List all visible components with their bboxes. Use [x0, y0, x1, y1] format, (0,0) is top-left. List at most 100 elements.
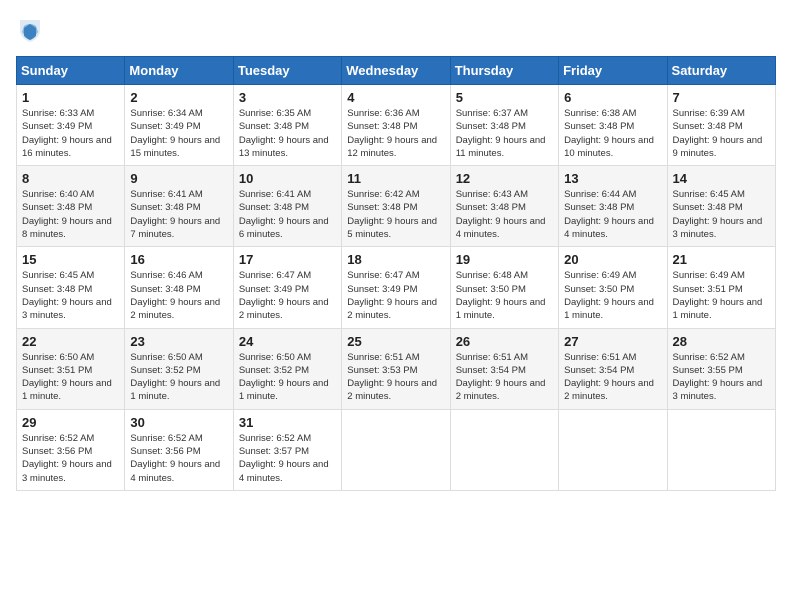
day-info: Sunrise: 6:39 AMSunset: 3:48 PMDaylight:… [673, 107, 770, 160]
day-info: Sunrise: 6:45 AMSunset: 3:48 PMDaylight:… [22, 269, 119, 322]
day-number: 5 [456, 90, 553, 105]
day-number: 13 [564, 171, 661, 186]
table-row: 22 Sunrise: 6:50 AMSunset: 3:51 PMDayligh… [17, 328, 125, 409]
table-row: 27 Sunrise: 6:51 AMSunset: 3:54 PMDayligh… [559, 328, 667, 409]
day-info: Sunrise: 6:41 AMSunset: 3:48 PMDaylight:… [130, 188, 227, 241]
table-row: 16 Sunrise: 6:46 AMSunset: 3:48 PMDayligh… [125, 247, 233, 328]
col-wednesday: Wednesday [342, 57, 450, 85]
day-number: 23 [130, 334, 227, 349]
logo-icon [16, 16, 44, 44]
day-info: Sunrise: 6:49 AMSunset: 3:50 PMDaylight:… [564, 269, 661, 322]
day-number: 15 [22, 252, 119, 267]
day-info: Sunrise: 6:50 AMSunset: 3:52 PMDaylight:… [130, 351, 227, 404]
table-row [342, 409, 450, 490]
day-info: Sunrise: 6:42 AMSunset: 3:48 PMDaylight:… [347, 188, 444, 241]
day-number: 18 [347, 252, 444, 267]
table-row [450, 409, 558, 490]
calendar-week-row: 29 Sunrise: 6:52 AMSunset: 3:56 PMDayligh… [17, 409, 776, 490]
table-row: 23 Sunrise: 6:50 AMSunset: 3:52 PMDayligh… [125, 328, 233, 409]
day-info: Sunrise: 6:47 AMSunset: 3:49 PMDaylight:… [239, 269, 336, 322]
day-info: Sunrise: 6:43 AMSunset: 3:48 PMDaylight:… [456, 188, 553, 241]
col-friday: Friday [559, 57, 667, 85]
day-number: 16 [130, 252, 227, 267]
table-row [667, 409, 775, 490]
day-info: Sunrise: 6:40 AMSunset: 3:48 PMDaylight:… [22, 188, 119, 241]
day-number: 1 [22, 90, 119, 105]
day-number: 7 [673, 90, 770, 105]
day-number: 14 [673, 171, 770, 186]
day-info: Sunrise: 6:48 AMSunset: 3:50 PMDaylight:… [456, 269, 553, 322]
day-info: Sunrise: 6:44 AMSunset: 3:48 PMDaylight:… [564, 188, 661, 241]
table-row: 10 Sunrise: 6:41 AMSunset: 3:48 PMDayligh… [233, 166, 341, 247]
day-info: Sunrise: 6:52 AMSunset: 3:55 PMDaylight:… [673, 351, 770, 404]
calendar-table: Sunday Monday Tuesday Wednesday Thursday… [16, 56, 776, 491]
table-row: 29 Sunrise: 6:52 AMSunset: 3:56 PMDayligh… [17, 409, 125, 490]
table-row: 31Sunrise: 6:52 AMSunset: 3:57 PMDayligh… [233, 409, 341, 490]
day-number: 3 [239, 90, 336, 105]
day-info: Sunrise: 6:47 AMSunset: 3:49 PMDaylight:… [347, 269, 444, 322]
day-number: 4 [347, 90, 444, 105]
day-number: 30 [130, 415, 227, 430]
day-info: Sunrise: 6:49 AMSunset: 3:51 PMDaylight:… [673, 269, 770, 322]
col-sunday: Sunday [17, 57, 125, 85]
table-row [559, 409, 667, 490]
day-number: 9 [130, 171, 227, 186]
page-header [16, 16, 776, 44]
day-info: Sunrise: 6:50 AMSunset: 3:51 PMDaylight:… [22, 351, 119, 404]
day-number: 17 [239, 252, 336, 267]
table-row: 21 Sunrise: 6:49 AMSunset: 3:51 PMDayligh… [667, 247, 775, 328]
day-number: 20 [564, 252, 661, 267]
day-info: Sunrise: 6:38 AMSunset: 3:48 PMDaylight:… [564, 107, 661, 160]
day-info: Sunrise: 6:33 AMSunset: 3:49 PMDaylight:… [22, 107, 119, 160]
day-info: Sunrise: 6:52 AMSunset: 3:56 PMDaylight:… [22, 432, 119, 485]
day-info: Sunrise: 6:51 AMSunset: 3:54 PMDaylight:… [564, 351, 661, 404]
table-row: 11 Sunrise: 6:42 AMSunset: 3:48 PMDayligh… [342, 166, 450, 247]
table-row: 1 Sunrise: 6:33 AMSunset: 3:49 PMDaylight… [17, 85, 125, 166]
day-number: 10 [239, 171, 336, 186]
table-row: 5Sunrise: 6:37 AMSunset: 3:48 PMDaylight… [450, 85, 558, 166]
calendar-header-row: Sunday Monday Tuesday Wednesday Thursday… [17, 57, 776, 85]
calendar-week-row: 8 Sunrise: 6:40 AMSunset: 3:48 PMDaylight… [17, 166, 776, 247]
table-row: 24Sunrise: 6:50 AMSunset: 3:52 PMDayligh… [233, 328, 341, 409]
calendar-week-row: 22 Sunrise: 6:50 AMSunset: 3:51 PMDayligh… [17, 328, 776, 409]
day-number: 12 [456, 171, 553, 186]
day-info: Sunrise: 6:52 AMSunset: 3:57 PMDaylight:… [239, 432, 336, 485]
col-tuesday: Tuesday [233, 57, 341, 85]
logo [16, 16, 48, 44]
day-number: 27 [564, 334, 661, 349]
day-number: 6 [564, 90, 661, 105]
table-row: 8 Sunrise: 6:40 AMSunset: 3:48 PMDaylight… [17, 166, 125, 247]
day-info: Sunrise: 6:34 AMSunset: 3:49 PMDaylight:… [130, 107, 227, 160]
day-number: 19 [456, 252, 553, 267]
day-number: 29 [22, 415, 119, 430]
col-monday: Monday [125, 57, 233, 85]
day-number: 2 [130, 90, 227, 105]
day-info: Sunrise: 6:35 AMSunset: 3:48 PMDaylight:… [239, 107, 336, 160]
table-row: 7 Sunrise: 6:39 AMSunset: 3:48 PMDaylight… [667, 85, 775, 166]
table-row: 26 Sunrise: 6:51 AMSunset: 3:54 PMDayligh… [450, 328, 558, 409]
table-row: 9 Sunrise: 6:41 AMSunset: 3:48 PMDaylight… [125, 166, 233, 247]
day-info: Sunrise: 6:46 AMSunset: 3:48 PMDaylight:… [130, 269, 227, 322]
day-number: 21 [673, 252, 770, 267]
table-row: 3 Sunrise: 6:35 AMSunset: 3:48 PMDaylight… [233, 85, 341, 166]
table-row: 14 Sunrise: 6:45 AMSunset: 3:48 PMDayligh… [667, 166, 775, 247]
table-row: 30 Sunrise: 6:52 AMSunset: 3:56 PMDayligh… [125, 409, 233, 490]
day-info: Sunrise: 6:52 AMSunset: 3:56 PMDaylight:… [130, 432, 227, 485]
table-row: 19 Sunrise: 6:48 AMSunset: 3:50 PMDayligh… [450, 247, 558, 328]
table-row: 2 Sunrise: 6:34 AMSunset: 3:49 PMDaylight… [125, 85, 233, 166]
day-info: Sunrise: 6:51 AMSunset: 3:53 PMDaylight:… [347, 351, 444, 404]
day-info: Sunrise: 6:45 AMSunset: 3:48 PMDaylight:… [673, 188, 770, 241]
day-number: 11 [347, 171, 444, 186]
col-thursday: Thursday [450, 57, 558, 85]
table-row: 13 Sunrise: 6:44 AMSunset: 3:48 PMDayligh… [559, 166, 667, 247]
table-row: 4 Sunrise: 6:36 AMSunset: 3:48 PMDaylight… [342, 85, 450, 166]
table-row: 25Sunrise: 6:51 AMSunset: 3:53 PMDayligh… [342, 328, 450, 409]
day-number: 26 [456, 334, 553, 349]
day-number: 22 [22, 334, 119, 349]
day-info: Sunrise: 6:41 AMSunset: 3:48 PMDaylight:… [239, 188, 336, 241]
day-info: Sunrise: 6:36 AMSunset: 3:48 PMDaylight:… [347, 107, 444, 160]
table-row: 17 Sunrise: 6:47 AMSunset: 3:49 PMDayligh… [233, 247, 341, 328]
day-info: Sunrise: 6:51 AMSunset: 3:54 PMDaylight:… [456, 351, 553, 404]
table-row: 20 Sunrise: 6:49 AMSunset: 3:50 PMDayligh… [559, 247, 667, 328]
day-number: 8 [22, 171, 119, 186]
